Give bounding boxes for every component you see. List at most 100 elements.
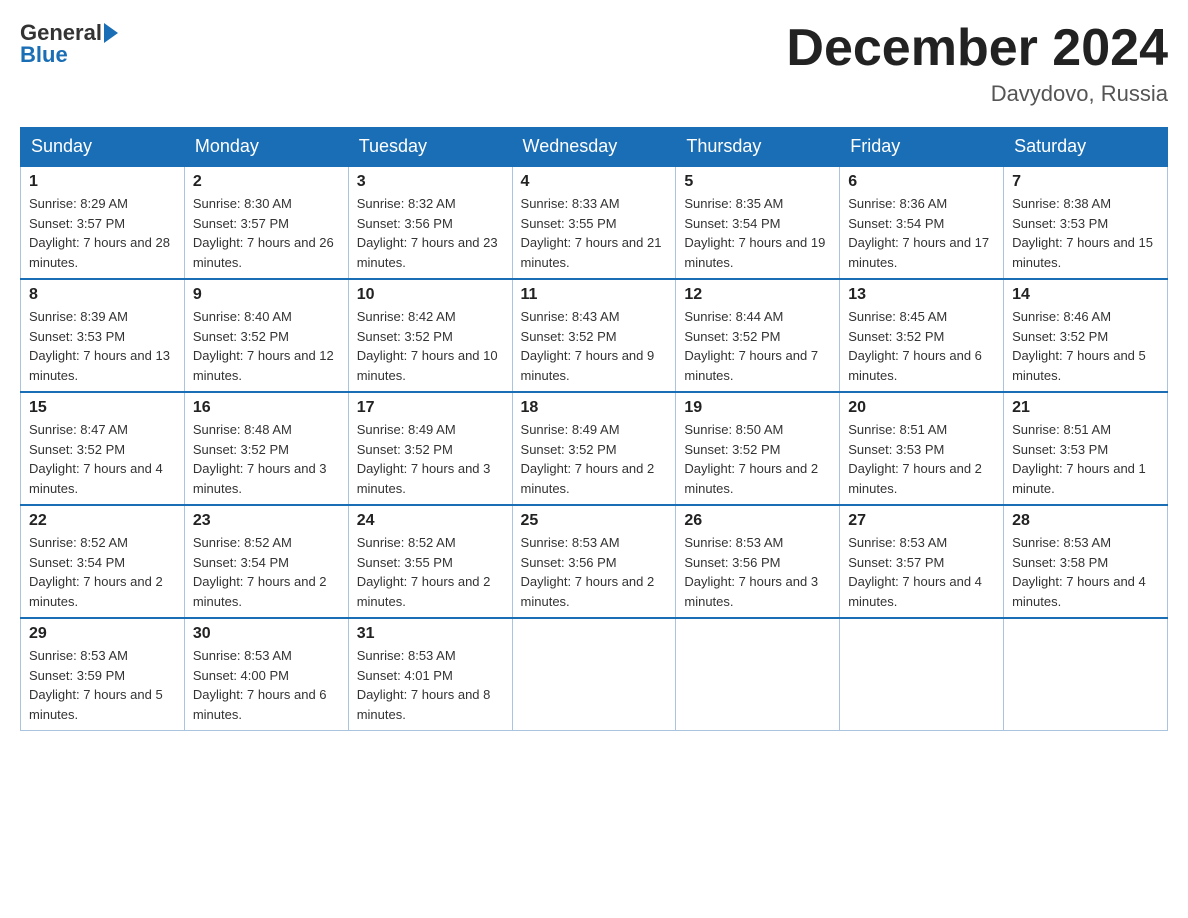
logo-blue: Blue <box>20 42 68 68</box>
day-info: Sunrise: 8:45 AMSunset: 3:52 PMDaylight:… <box>848 307 995 385</box>
calendar-cell: 26 Sunrise: 8:53 AMSunset: 3:56 PMDayligh… <box>676 505 840 618</box>
day-info: Sunrise: 8:53 AMSunset: 3:58 PMDaylight:… <box>1012 533 1159 611</box>
day-info: Sunrise: 8:36 AMSunset: 3:54 PMDaylight:… <box>848 194 995 272</box>
day-number: 26 <box>684 512 831 530</box>
day-info: Sunrise: 8:53 AMSunset: 3:57 PMDaylight:… <box>848 533 995 611</box>
calendar-header-sunday: Sunday <box>21 128 185 167</box>
calendar-cell: 30 Sunrise: 8:53 AMSunset: 4:00 PMDayligh… <box>184 618 348 731</box>
calendar-cell: 14Sunrise: 8:46 AMSunset: 3:52 PMDayligh… <box>1004 279 1168 392</box>
day-number: 12 <box>684 286 831 304</box>
day-info: Sunrise: 8:29 AMSunset: 3:57 PMDaylight:… <box>29 194 176 272</box>
day-number: 31 <box>357 625 504 643</box>
calendar-header-saturday: Saturday <box>1004 128 1168 167</box>
logo: General Blue <box>20 20 120 68</box>
calendar-cell: 11Sunrise: 8:43 AMSunset: 3:52 PMDayligh… <box>512 279 676 392</box>
day-number: 16 <box>193 399 340 417</box>
calendar-cell <box>840 618 1004 731</box>
calendar-header-row: SundayMondayTuesdayWednesdayThursdayFrid… <box>21 128 1168 167</box>
calendar-cell: 31 Sunrise: 8:53 AMSunset: 4:01 PMDayligh… <box>348 618 512 731</box>
calendar-cell: 18Sunrise: 8:49 AMSunset: 3:52 PMDayligh… <box>512 392 676 505</box>
day-info: Sunrise: 8:49 AMSunset: 3:52 PMDaylight:… <box>357 420 504 498</box>
day-number: 13 <box>848 286 995 304</box>
location: Davydovo, Russia <box>786 81 1168 107</box>
calendar-cell <box>512 618 676 731</box>
calendar-week-row: 22 Sunrise: 8:52 AMSunset: 3:54 PMDayligh… <box>21 505 1168 618</box>
day-number: 29 <box>29 625 176 643</box>
calendar-cell: 13 Sunrise: 8:45 AMSunset: 3:52 PMDayligh… <box>840 279 1004 392</box>
calendar-cell: 4 Sunrise: 8:33 AMSunset: 3:55 PMDaylight… <box>512 166 676 279</box>
day-number: 15 <box>29 399 176 417</box>
calendar-cell: 24 Sunrise: 8:52 AMSunset: 3:55 PMDayligh… <box>348 505 512 618</box>
calendar-cell: 22Sunrise: 8:52 AMSunset: 3:54 PMDayligh… <box>21 505 185 618</box>
day-number: 21 <box>1012 399 1159 417</box>
day-info: Sunrise: 8:39 AMSunset: 3:53 PMDaylight:… <box>29 307 176 385</box>
calendar-cell: 12 Sunrise: 8:44 AMSunset: 3:52 PMDayligh… <box>676 279 840 392</box>
day-number: 2 <box>193 173 340 191</box>
day-info: Sunrise: 8:43 AMSunset: 3:52 PMDaylight:… <box>521 307 668 385</box>
day-number: 22 <box>29 512 176 530</box>
calendar-cell <box>676 618 840 731</box>
calendar-header-monday: Monday <box>184 128 348 167</box>
day-number: 28 <box>1012 512 1159 530</box>
day-number: 5 <box>684 173 831 191</box>
day-number: 10 <box>357 286 504 304</box>
page-header: General Blue December 2024 Davydovo, Rus… <box>20 20 1168 107</box>
day-number: 9 <box>193 286 340 304</box>
day-info: Sunrise: 8:40 AMSunset: 3:52 PMDaylight:… <box>193 307 340 385</box>
calendar-cell: 29Sunrise: 8:53 AMSunset: 3:59 PMDayligh… <box>21 618 185 731</box>
day-info: Sunrise: 8:42 AMSunset: 3:52 PMDaylight:… <box>357 307 504 385</box>
day-number: 1 <box>29 173 176 191</box>
calendar-week-row: 8 Sunrise: 8:39 AMSunset: 3:53 PMDaylight… <box>21 279 1168 392</box>
calendar-table: SundayMondayTuesdayWednesdayThursdayFrid… <box>20 127 1168 731</box>
calendar-cell: 25Sunrise: 8:53 AMSunset: 3:56 PMDayligh… <box>512 505 676 618</box>
calendar-cell: 20 Sunrise: 8:51 AMSunset: 3:53 PMDayligh… <box>840 392 1004 505</box>
day-info: Sunrise: 8:51 AMSunset: 3:53 PMDaylight:… <box>1012 420 1159 498</box>
calendar-cell: 7Sunrise: 8:38 AMSunset: 3:53 PMDaylight… <box>1004 166 1168 279</box>
calendar-cell: 9 Sunrise: 8:40 AMSunset: 3:52 PMDaylight… <box>184 279 348 392</box>
day-number: 6 <box>848 173 995 191</box>
day-info: Sunrise: 8:51 AMSunset: 3:53 PMDaylight:… <box>848 420 995 498</box>
day-info: Sunrise: 8:53 AMSunset: 3:56 PMDaylight:… <box>521 533 668 611</box>
day-number: 30 <box>193 625 340 643</box>
calendar-header-wednesday: Wednesday <box>512 128 676 167</box>
day-info: Sunrise: 8:38 AMSunset: 3:53 PMDaylight:… <box>1012 194 1159 272</box>
calendar-cell: 21 Sunrise: 8:51 AMSunset: 3:53 PMDayligh… <box>1004 392 1168 505</box>
calendar-cell: 10 Sunrise: 8:42 AMSunset: 3:52 PMDayligh… <box>348 279 512 392</box>
day-info: Sunrise: 8:53 AMSunset: 3:56 PMDaylight:… <box>684 533 831 611</box>
day-number: 27 <box>848 512 995 530</box>
logo-arrow-icon <box>104 23 118 43</box>
calendar-header-thursday: Thursday <box>676 128 840 167</box>
month-title: December 2024 <box>786 20 1168 77</box>
calendar-header-tuesday: Tuesday <box>348 128 512 167</box>
day-info: Sunrise: 8:52 AMSunset: 3:54 PMDaylight:… <box>193 533 340 611</box>
day-number: 17 <box>357 399 504 417</box>
calendar-cell: 6 Sunrise: 8:36 AMSunset: 3:54 PMDaylight… <box>840 166 1004 279</box>
day-number: 14 <box>1012 286 1159 304</box>
day-info: Sunrise: 8:47 AMSunset: 3:52 PMDaylight:… <box>29 420 176 498</box>
day-number: 20 <box>848 399 995 417</box>
calendar-cell: 5 Sunrise: 8:35 AMSunset: 3:54 PMDaylight… <box>676 166 840 279</box>
calendar-cell: 3Sunrise: 8:32 AMSunset: 3:56 PMDaylight… <box>348 166 512 279</box>
day-info: Sunrise: 8:49 AMSunset: 3:52 PMDaylight:… <box>521 420 668 498</box>
day-info: Sunrise: 8:53 AMSunset: 4:00 PMDaylight:… <box>193 646 340 724</box>
calendar-week-row: 15 Sunrise: 8:47 AMSunset: 3:52 PMDayligh… <box>21 392 1168 505</box>
day-info: Sunrise: 8:30 AMSunset: 3:57 PMDaylight:… <box>193 194 340 272</box>
day-info: Sunrise: 8:33 AMSunset: 3:55 PMDaylight:… <box>521 194 668 272</box>
calendar-header-friday: Friday <box>840 128 1004 167</box>
day-info: Sunrise: 8:48 AMSunset: 3:52 PMDaylight:… <box>193 420 340 498</box>
day-number: 24 <box>357 512 504 530</box>
day-info: Sunrise: 8:44 AMSunset: 3:52 PMDaylight:… <box>684 307 831 385</box>
day-number: 3 <box>357 173 504 191</box>
day-info: Sunrise: 8:52 AMSunset: 3:55 PMDaylight:… <box>357 533 504 611</box>
day-number: 19 <box>684 399 831 417</box>
calendar-cell: 17 Sunrise: 8:49 AMSunset: 3:52 PMDayligh… <box>348 392 512 505</box>
day-info: Sunrise: 8:50 AMSunset: 3:52 PMDaylight:… <box>684 420 831 498</box>
day-info: Sunrise: 8:53 AMSunset: 4:01 PMDaylight:… <box>357 646 504 724</box>
day-number: 8 <box>29 286 176 304</box>
calendar-cell: 23Sunrise: 8:52 AMSunset: 3:54 PMDayligh… <box>184 505 348 618</box>
calendar-cell <box>1004 618 1168 731</box>
day-number: 4 <box>521 173 668 191</box>
calendar-cell: 1 Sunrise: 8:29 AMSunset: 3:57 PMDaylight… <box>21 166 185 279</box>
day-info: Sunrise: 8:35 AMSunset: 3:54 PMDaylight:… <box>684 194 831 272</box>
calendar-week-row: 1 Sunrise: 8:29 AMSunset: 3:57 PMDaylight… <box>21 166 1168 279</box>
